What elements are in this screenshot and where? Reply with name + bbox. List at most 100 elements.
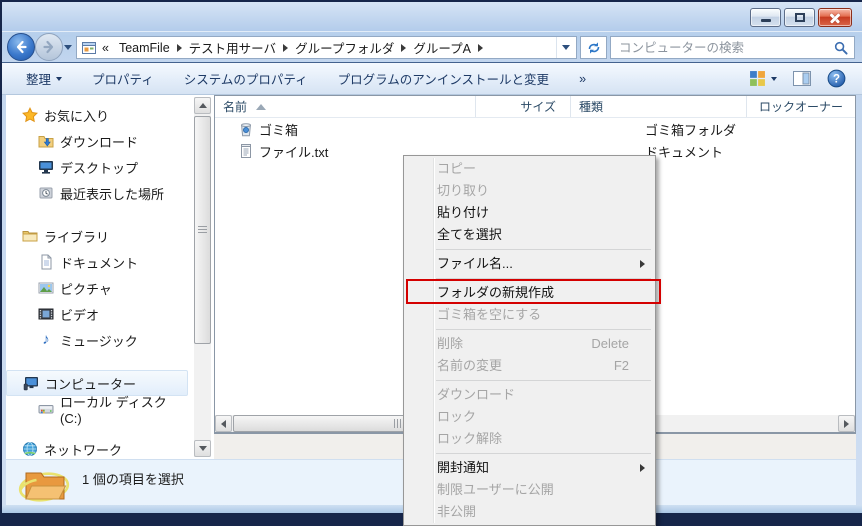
- breadcrumb-separator-icon[interactable]: [478, 44, 483, 52]
- menu-item-empty-recycle-bin[interactable]: ゴミ箱を空にする: [404, 304, 655, 326]
- sidebar-item-favorites[interactable]: お気に入り: [6, 102, 188, 128]
- breadcrumb-separator-icon[interactable]: [283, 44, 288, 52]
- recent-pages-dropdown[interactable]: [64, 45, 72, 50]
- close-button[interactable]: [818, 8, 852, 27]
- column-label: サイズ: [520, 98, 556, 115]
- menu-item-paste[interactable]: 貼り付け: [404, 202, 655, 224]
- breadcrumb-overflow-chevron[interactable]: «: [97, 41, 114, 55]
- star-icon: [22, 107, 38, 123]
- menu-item-unpublish[interactable]: 非公開: [404, 501, 655, 523]
- sidebar-item-label: お気に入り: [44, 106, 109, 125]
- sidebar-item-music[interactable]: ♪ ミュージック: [6, 327, 188, 353]
- sidebar-scrollbar[interactable]: [194, 97, 211, 457]
- uninstall-program-button[interactable]: プログラムのアンインストールと変更: [338, 69, 549, 88]
- menu-item-select-all[interactable]: 全てを選択: [404, 224, 655, 246]
- column-header-name[interactable]: 名前: [215, 96, 476, 117]
- sidebar-item-desktop[interactable]: デスクトップ: [6, 154, 188, 180]
- triangle-left-icon: [221, 420, 226, 428]
- preview-pane-button[interactable]: [793, 71, 811, 86]
- breadcrumb-item-group-folder[interactable]: グループフォルダ: [290, 38, 399, 57]
- document-icon: [38, 254, 54, 270]
- organize-menu-button[interactable]: 整理: [26, 69, 62, 88]
- window-controls: [750, 8, 852, 27]
- address-history-dropdown[interactable]: [556, 37, 574, 58]
- menu-item-cut[interactable]: 切り取り: [404, 180, 655, 202]
- menu-item-publish-restricted-users[interactable]: 制限ユーザーに公開: [404, 479, 655, 501]
- file-type: ゴミ箱フォルダ: [571, 120, 747, 139]
- scroll-down-button[interactable]: [194, 440, 211, 457]
- sidebar-item-documents[interactable]: ドキュメント: [6, 249, 188, 275]
- breadcrumb-item-group-a[interactable]: グループA: [408, 38, 476, 57]
- help-glyph: ?: [833, 74, 840, 86]
- column-header-type[interactable]: 種類: [571, 96, 747, 117]
- recent-places-icon: [38, 185, 54, 201]
- sidebar-item-label: コンピューター: [45, 374, 136, 393]
- scrollbar-thumb[interactable]: [194, 116, 211, 344]
- breadcrumb-separator-icon[interactable]: [401, 44, 406, 52]
- selection-status-text: 1 個の項目を選択: [82, 469, 184, 488]
- sidebar-item-recent-places[interactable]: 最近表示した場所: [6, 180, 188, 206]
- column-header-size[interactable]: サイズ: [476, 96, 571, 117]
- menu-item-rename[interactable]: 名前の変更 F2: [404, 355, 655, 377]
- sidebar-item-libraries[interactable]: ライブラリ: [6, 223, 188, 249]
- column-label: ロックオーナー: [759, 98, 843, 115]
- menu-item-unlock[interactable]: ロック解除: [404, 428, 655, 450]
- file-row-recycle-bin[interactable]: ゴミ箱 ゴミ箱フォルダ: [215, 118, 855, 140]
- submenu-arrow-icon: [640, 260, 645, 268]
- help-icon: ?: [827, 69, 846, 88]
- chevron-down-icon: [562, 45, 570, 50]
- toolbar-overflow-chevron[interactable]: »: [579, 72, 586, 86]
- menu-item-delete[interactable]: 削除 Delete: [404, 333, 655, 355]
- title-bar[interactable]: [2, 2, 862, 32]
- forward-button[interactable]: [35, 33, 63, 61]
- triangle-right-icon: [844, 420, 849, 428]
- refresh-button[interactable]: [580, 36, 607, 59]
- shortcut-label: F2: [614, 355, 629, 377]
- search-icon[interactable]: [833, 40, 849, 56]
- sidebar-item-network[interactable]: ネットワーク: [6, 436, 188, 459]
- video-icon: [38, 306, 54, 322]
- forward-arrow-icon: [41, 39, 57, 55]
- breadcrumb-separator-icon[interactable]: [177, 44, 182, 52]
- sidebar-item-videos[interactable]: ビデオ: [6, 301, 188, 327]
- menu-separator: [436, 380, 651, 381]
- scroll-up-button[interactable]: [194, 97, 211, 114]
- sidebar-item-label: ネットワーク: [44, 440, 122, 459]
- column-label: 名前: [223, 98, 247, 115]
- sidebar-group-gap: [6, 206, 214, 223]
- scroll-right-button[interactable]: [838, 415, 855, 432]
- breadcrumb-item-test-server[interactable]: テスト用サーバ: [184, 38, 281, 57]
- submenu-arrow-icon: [640, 464, 645, 472]
- menu-separator: [436, 329, 651, 330]
- chevron-down-icon: [771, 77, 777, 81]
- properties-button[interactable]: プロパティ: [92, 69, 154, 88]
- sidebar-item-downloads[interactable]: ダウンロード: [6, 128, 188, 154]
- organize-label: 整理: [26, 69, 51, 88]
- sidebar-item-label: ミュージック: [60, 331, 138, 350]
- breadcrumb[interactable]: « TeamFile テスト用サーバ グループフォルダ グループA: [76, 36, 577, 59]
- maximize-button[interactable]: [784, 8, 815, 27]
- change-view-button[interactable]: [749, 70, 777, 87]
- text-file-icon: [238, 143, 254, 159]
- search-input[interactable]: [611, 37, 854, 58]
- help-button[interactable]: ?: [827, 69, 846, 88]
- menu-item-download[interactable]: ダウンロード: [404, 384, 655, 406]
- menu-item-label: 名前の変更: [437, 358, 502, 373]
- sidebar-item-label: ローカル ディスク (C:): [60, 392, 188, 426]
- minimize-button[interactable]: [750, 8, 781, 27]
- minimize-icon: [761, 19, 771, 22]
- back-button[interactable]: [7, 33, 35, 61]
- breadcrumb-item-teamfile[interactable]: TeamFile: [114, 41, 175, 55]
- menu-item-read-receipt[interactable]: 開封通知: [404, 457, 655, 479]
- menu-item-copy[interactable]: コピー: [404, 158, 655, 180]
- sidebar-group-gap: [6, 353, 214, 370]
- menu-item-file-name[interactable]: ファイル名...: [404, 253, 655, 275]
- folder-status-icon: [18, 463, 70, 508]
- scroll-left-button[interactable]: [215, 415, 232, 432]
- menu-item-lock[interactable]: ロック: [404, 406, 655, 428]
- close-icon: [829, 12, 841, 24]
- system-properties-button[interactable]: システムのプロパティ: [184, 69, 308, 88]
- column-header-lock-owner[interactable]: ロックオーナー: [747, 96, 855, 117]
- sidebar-item-local-disk-c[interactable]: ローカル ディスク (C:): [6, 396, 188, 422]
- sidebar-item-pictures[interactable]: ピクチャ: [6, 275, 188, 301]
